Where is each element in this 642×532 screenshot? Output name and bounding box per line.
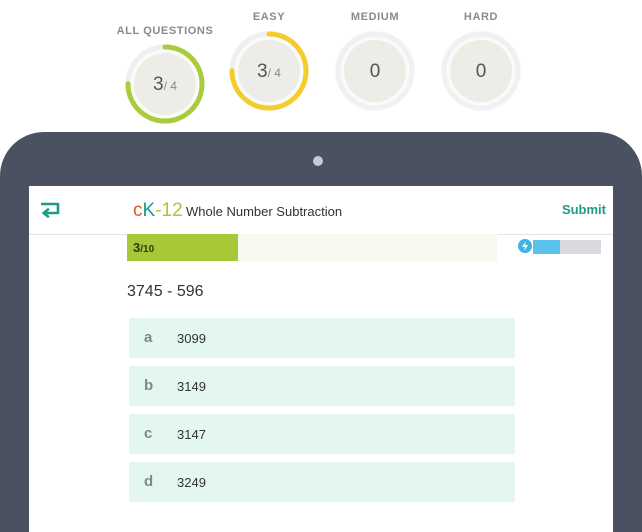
answer-option-a[interactable]: a 3099: [129, 318, 515, 358]
ring-value-denominator: / 4: [267, 66, 281, 80]
lightning-bolt-icon: [518, 239, 532, 253]
tablet-frame: cK-12 Whole Number Subtraction Submit 3/…: [0, 132, 642, 532]
ring-label: MEDIUM: [350, 11, 400, 23]
ring-value: 3/ 4: [214, 61, 324, 83]
ring-all-questions: ALL QUESTIONS 3/ 4: [110, 0, 220, 128]
tablet-camera: [313, 156, 323, 166]
answer-option-letter: c: [144, 425, 153, 442]
answer-option-d[interactable]: d 3249: [129, 462, 515, 502]
submit-button[interactable]: Submit: [562, 202, 606, 217]
answer-option-c[interactable]: c 3147: [129, 414, 515, 454]
ring-value-number: 3: [257, 61, 268, 82]
answer-option-letter: a: [144, 329, 153, 346]
ring-label: EASY: [252, 11, 286, 23]
answer-option-value: 3099: [177, 331, 206, 346]
lesson-title: Whole Number Subtraction: [186, 204, 343, 219]
answer-option-value: 3149: [177, 379, 206, 394]
question-text: 3745 - 596: [127, 283, 204, 300]
logo-c: c: [133, 200, 143, 221]
question-progress-text: 3/10: [133, 240, 154, 255]
ring-hard: HARD 0: [426, 0, 536, 128]
energy-meter-fill: [533, 240, 561, 254]
question-progress-total: /10: [140, 244, 155, 255]
ring-value-number: 0: [475, 61, 487, 82]
answer-option-letter: d: [144, 473, 154, 490]
energy-meter: [533, 240, 601, 254]
ring-value: 0: [320, 61, 430, 83]
ring-value-number: 0: [369, 61, 381, 82]
answer-option-value: 3147: [177, 427, 206, 442]
ring-label: HARD: [463, 11, 499, 23]
answer-option-value: 3249: [177, 475, 206, 490]
tablet-screen: cK-12 Whole Number Subtraction Submit 3/…: [29, 186, 613, 532]
logo-number: 12: [161, 200, 183, 221]
answer-option-letter: b: [144, 377, 154, 394]
back-arrow-icon[interactable]: [39, 200, 63, 220]
answer-option-b[interactable]: b 3149: [129, 366, 515, 406]
ring-value: 3/ 4: [110, 74, 220, 96]
logo-k: K: [142, 200, 156, 221]
ring-label: ALL QUESTIONS: [116, 25, 214, 37]
ck12-logo: cK-12: [133, 201, 183, 221]
ring-value-denominator: / 4: [163, 79, 177, 93]
ring-value-number: 3: [153, 74, 164, 95]
ring-medium: MEDIUM 0: [320, 0, 430, 128]
ring-easy: EASY 3/ 4: [214, 0, 324, 128]
ring-value: 0: [426, 61, 536, 83]
app-header: cK-12 Whole Number Subtraction Submit: [29, 186, 613, 235]
question-progress-bar: 3/10: [127, 234, 497, 261]
